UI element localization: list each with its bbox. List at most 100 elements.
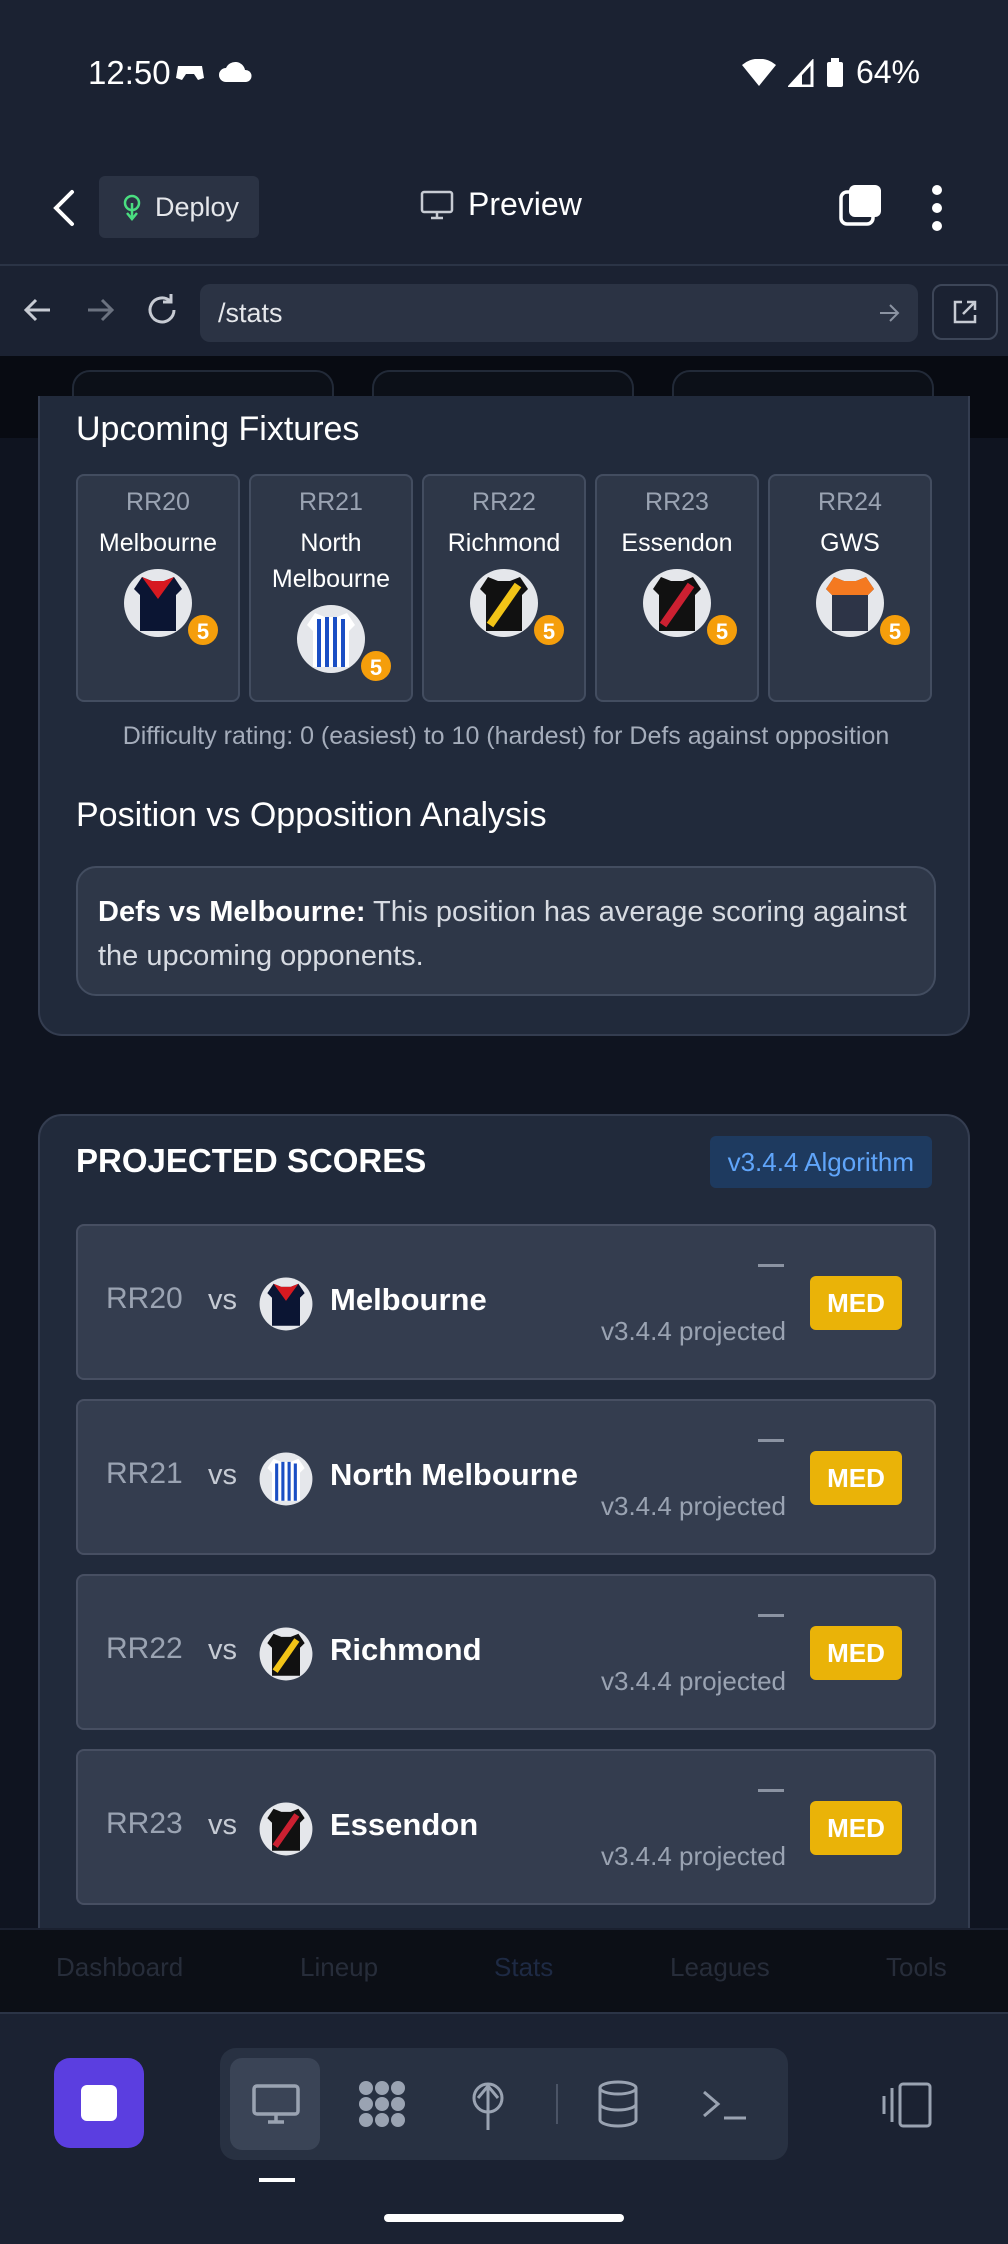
deploy-icon [123,194,141,221]
terminal-icon [703,2090,746,2120]
difficulty-badge: 5 [359,649,393,683]
rating-badge: MED [810,1626,902,1680]
fixture-team: North Melbourne [271,529,391,593]
row-round: RR22 [106,1632,183,1665]
fixture-card[interactable]: RR24 GWS 5 [768,474,932,702]
preview-tool-button[interactable] [230,2058,320,2150]
battery-icon [826,57,843,87]
difficulty-badge: 5 [532,613,566,647]
fixture-team: Melbourne [98,529,218,557]
external-link-icon [953,300,977,324]
projected-score-placeholder [758,1264,784,1267]
app-header: Deploy Preview [0,150,1008,266]
essendon-guernsey-icon [259,1802,313,1856]
go-arrow-icon[interactable] [876,300,902,326]
nav-leagues[interactable]: Leagues [670,1952,770,1983]
row-projected-label: v3.4.4 projected [600,1491,786,1521]
projected-title: PROJECTED SCORES [76,1142,427,1179]
fixture-round: RR21 [299,488,363,516]
open-external-button[interactable] [932,284,998,340]
tool-divider [556,2084,558,2124]
back-arrow-icon[interactable] [44,186,84,230]
projected-score-placeholder [758,1439,784,1442]
difficulty-badge: 5 [878,613,912,647]
more-vertical-icon[interactable] [930,184,944,232]
fixture-card[interactable]: RR20 Melbourne 5 [76,474,240,702]
fixture-card[interactable]: RR21 North Melbourne 5 [249,474,413,702]
web-preview: Role Stats Volatility Stats Fixture & Ma… [0,356,1008,2012]
fixture-round: RR24 [818,488,882,516]
fixture-round: RR20 [126,488,190,516]
projected-scores-card: PROJECTED SCORES v3.4.4 Algorithm RR20 v… [38,1114,970,2012]
monitor-icon [252,2084,300,2124]
projected-row[interactable]: RR22 vs Richmond v3.4.4 projected MED [76,1574,936,1730]
row-round: RR21 [106,1457,183,1490]
row-vs: vs [208,1809,237,1841]
difficulty-badge: 5 [186,613,220,647]
home-indicator[interactable] [384,2214,624,2222]
row-round: RR20 [106,1282,183,1315]
game-controller-icon [176,66,204,80]
analysis-title: Position vs Opposition Analysis [76,796,547,834]
url-input[interactable]: /stats [200,284,918,342]
fixture-team: Richmond [447,529,561,557]
row-vs: vs [208,1459,237,1491]
preview-title[interactable]: Preview [420,186,582,223]
deploy-label: Deploy [155,191,240,222]
app-bottom-nav: Dashboard Lineup Stats Leagues Tools [0,1928,1008,2012]
fixture-card[interactable]: RR22 Richmond 5 [422,474,586,702]
rating-badge: MED [810,1451,902,1505]
row-projected-label: v3.4.4 projected [600,1316,786,1346]
gws-guernsey-icon: 5 [814,567,912,647]
projected-row[interactable]: RR20 vs Melbourne v3.4.4 projected MED [76,1224,936,1380]
fixture-card[interactable]: RR23 Essendon 5 [595,474,759,702]
monitor-icon [420,190,454,219]
fixture-round: RR22 [472,488,536,516]
deploy-button[interactable]: Deploy [99,176,259,238]
row-projected-label: v3.4.4 projected [600,1841,786,1871]
grid-icon [359,2081,405,2127]
difficulty-badge: 5 [705,613,739,647]
arrow-right-icon[interactable] [78,288,122,332]
active-tool-indicator [259,2178,295,2182]
apps-tool-button[interactable] [336,2058,426,2150]
analysis-box: Defs vs Melbourne: This position has ave… [76,866,936,996]
browser-toolbar: /stats [0,266,1008,356]
copy-icon[interactable] [838,182,884,228]
essendon-guernsey-icon: 5 [641,567,739,647]
database-tool-button[interactable] [572,2058,662,2150]
terminal-tool-button[interactable] [678,2058,768,2150]
signal-icon [787,58,814,87]
deploy-tool-button[interactable] [442,2058,532,2150]
wifi-icon [741,58,776,86]
nav-tools[interactable]: Tools [886,1952,947,1983]
richmond-guernsey-icon: 5 [468,567,566,647]
sidebar-icon[interactable] [880,2078,936,2134]
stop-icon [81,2085,117,2121]
projected-row[interactable]: RR23 vs Essendon v3.4.4 projected MED [76,1749,936,1905]
fixture-round: RR23 [645,488,709,516]
melbourne-guernsey-icon: 5 [122,567,220,647]
fixtures-title: Upcoming Fixtures [76,410,360,448]
algorithm-badge: v3.4.4 Algorithm [709,1136,932,1188]
row-projected-label: v3.4.4 projected [600,1666,786,1696]
ide-toolbar [0,2012,1008,2244]
row-team: Melbourne [330,1282,487,1317]
projected-row[interactable]: RR21 vs North Melbourne v3.4.4 projected… [76,1399,936,1555]
rating-badge: MED [810,1801,902,1855]
north-melbourne-guernsey-icon: 5 [295,603,393,683]
nav-lineup[interactable]: Lineup [300,1952,378,1983]
nav-stats[interactable]: Stats [494,1952,553,1983]
status-bar: 12:50 64% [0,0,1008,150]
fixtures-card: Upcoming Fixtures RR20 Melbourne 5 RR21 … [38,396,970,1036]
row-team: North Melbourne [330,1457,578,1492]
refresh-icon[interactable] [140,288,184,332]
difficulty-note: Difficulty rating: 0 (easiest) to 10 (ha… [122,722,890,750]
projected-score-placeholder [758,1789,784,1792]
tool-group [220,2048,788,2160]
nav-dashboard[interactable]: Dashboard [56,1952,183,1983]
richmond-guernsey-icon [259,1627,313,1681]
stop-button[interactable] [54,2058,144,2148]
fixture-team: Essendon [621,529,733,557]
arrow-left-icon[interactable] [16,288,60,332]
